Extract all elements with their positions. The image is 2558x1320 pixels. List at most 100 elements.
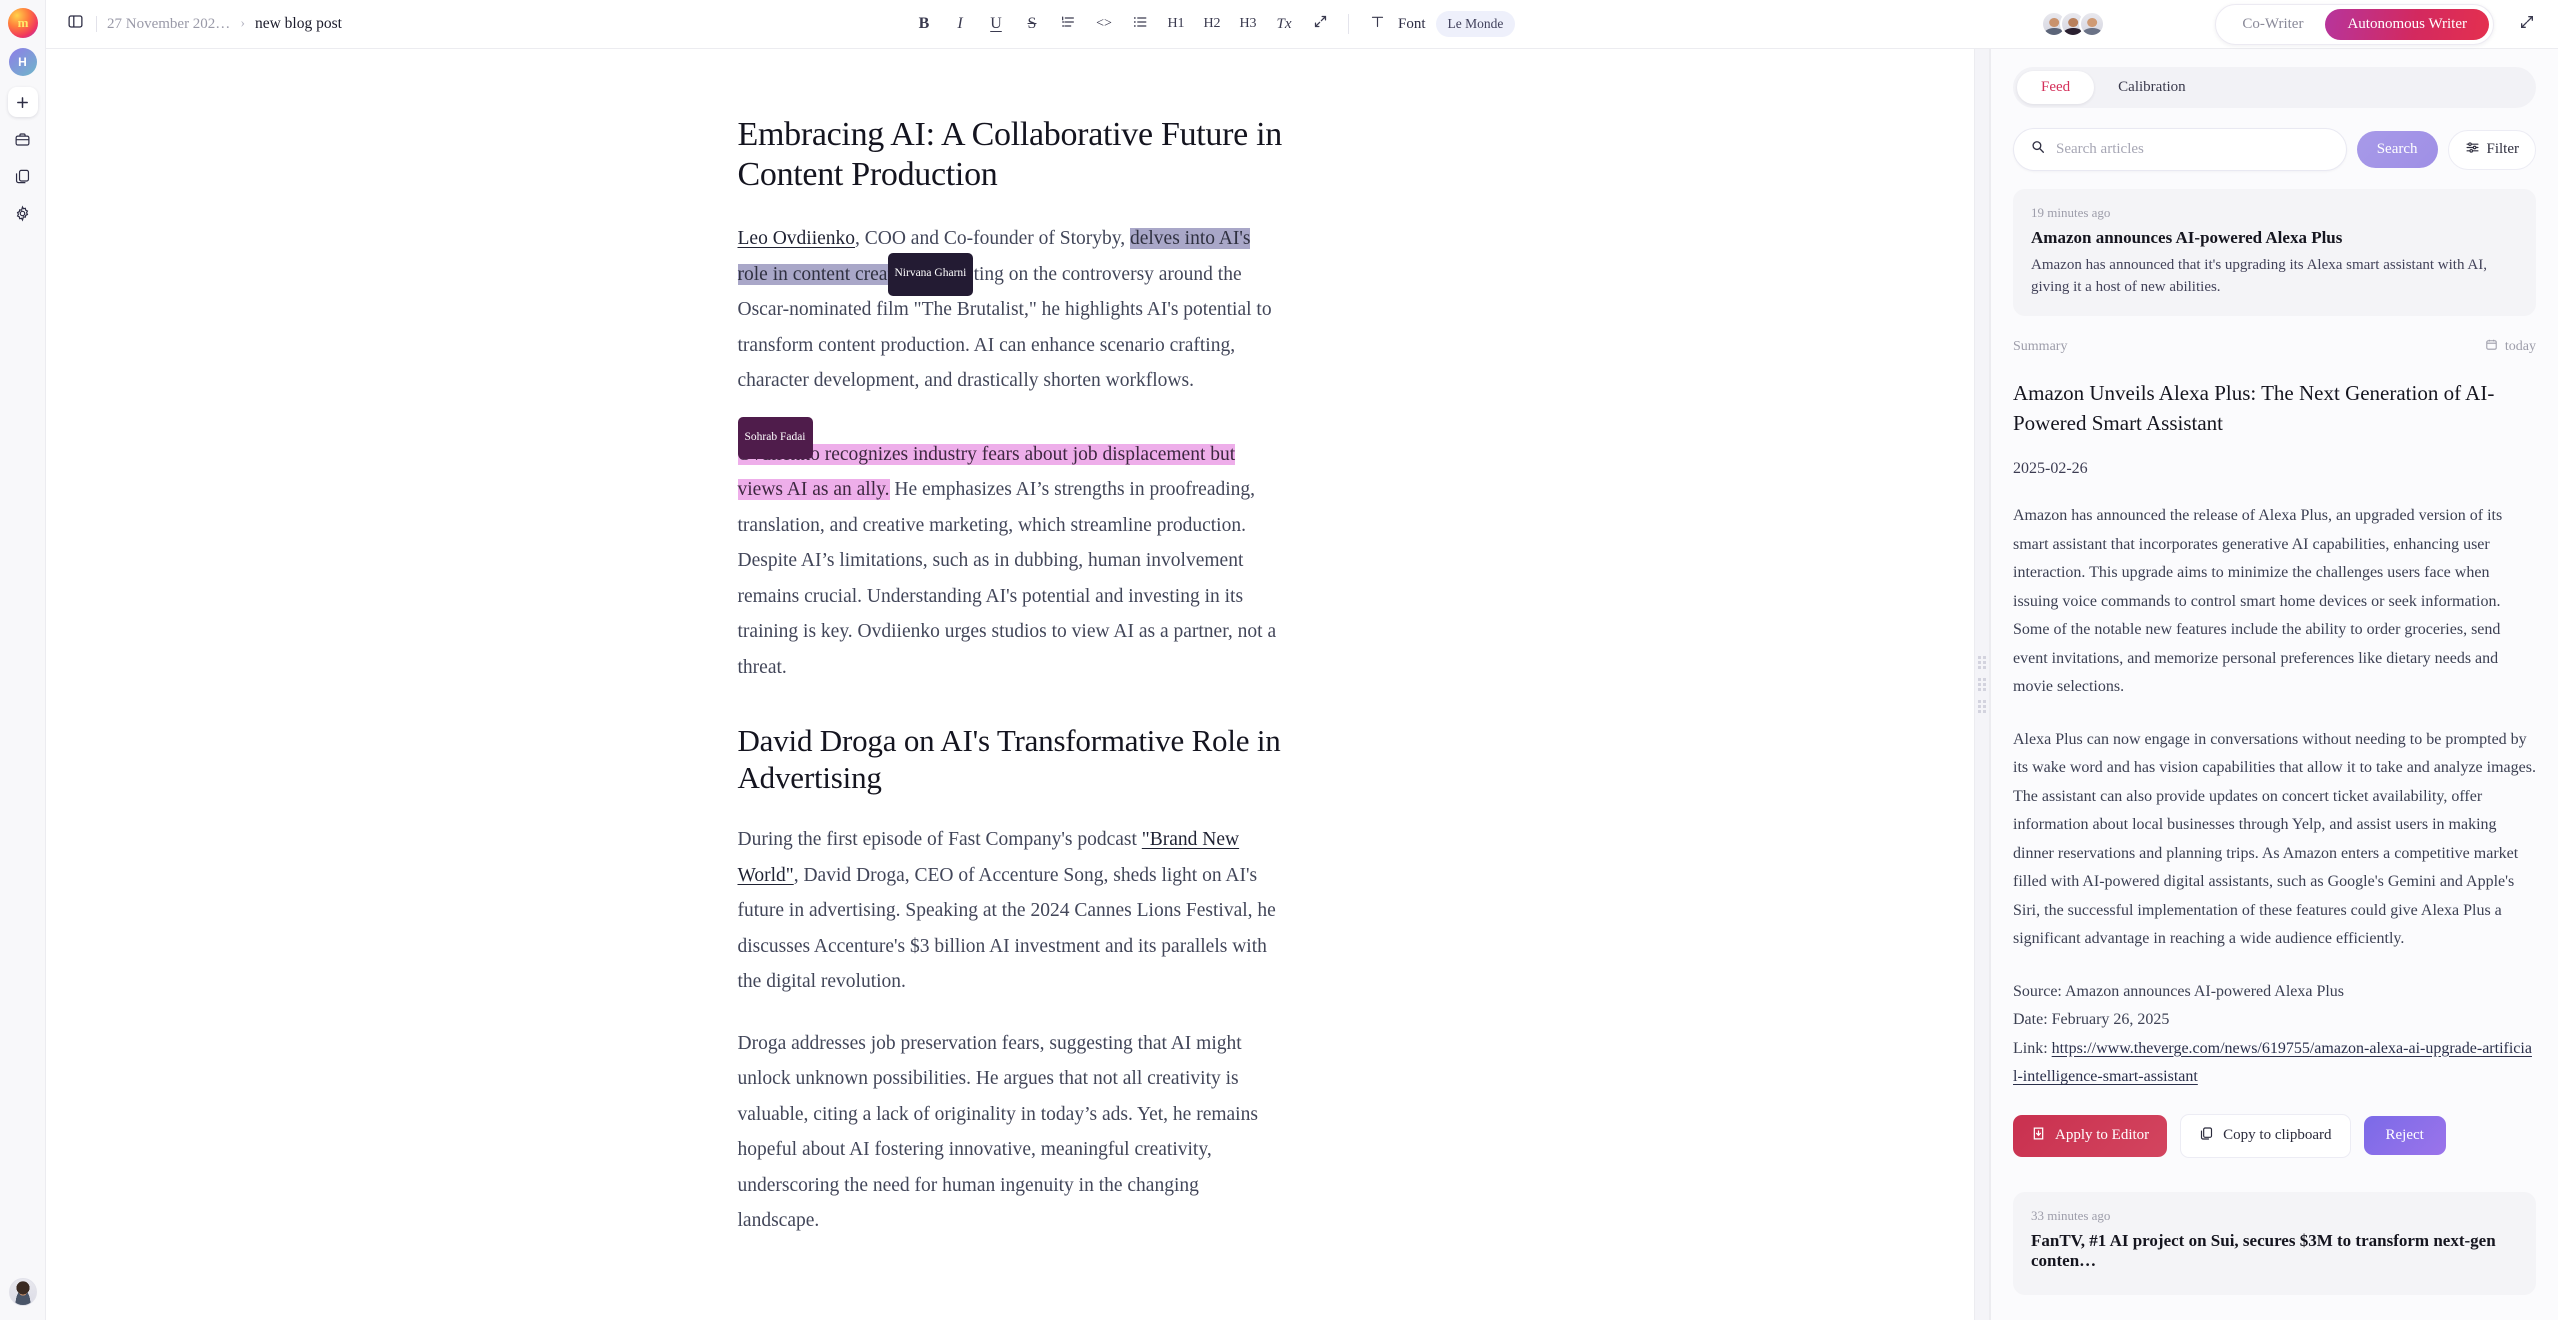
clear-format-button[interactable]: Tx [1266,7,1302,41]
paragraph-3[interactable]: During the first episode of Fast Company… [738,822,1283,1000]
section-heading[interactable]: David Droga on AI's Transformative Role … [738,723,1283,796]
paragraph-4[interactable]: Droga addresses job preservation fears, … [738,1026,1283,1239]
strikethrough-label: S [1027,15,1037,32]
paragraph-1-before: , COO and Co-founder of Storyby, [855,228,1130,250]
comment-tag-sohrab[interactable]: Sohrab Fadai [737,416,813,460]
italic-button[interactable]: I [942,7,978,41]
search-button[interactable]: Search [2356,131,2438,168]
fullscreen-icon [2519,14,2535,35]
breadcrumb-current[interactable]: new blog post [255,15,342,33]
right-panel: Feed Calibration Search articles Search … [1990,49,2558,1320]
filter-icon [2465,140,2480,160]
summary-title: Amazon Unveils Alexa Plus: The Next Gene… [2013,381,2495,435]
user-avatar[interactable] [8,1278,37,1306]
workspace-avatar[interactable]: H [8,48,37,76]
code-label: <> [1096,16,1112,31]
feed-card-description: Amazon has announced that it's upgrading… [2031,257,2487,295]
add-button[interactable] [7,87,38,117]
summary-date-chip: today [2485,338,2536,356]
heading-2-button[interactable]: H2 [1194,7,1230,41]
comment-tag-nirvana[interactable]: Nirvana Gharni [887,253,974,296]
expand-text-button[interactable] [1302,7,1338,41]
summary-paragraph-2: Alexa Plus can now engage in conversatio… [2013,730,2536,948]
author-link[interactable]: Leo Ovdiienko [738,228,856,249]
main-column: 27 November 202… › new blog post B I U S… [46,0,2558,1320]
font-icon-button[interactable] [1359,7,1395,41]
fullscreen-button[interactable] [2510,7,2544,41]
search-icon [2030,139,2046,160]
apply-icon [2031,1126,2046,1146]
summary-date-line: Date: February 26, 2025 [2013,1011,2170,1028]
summary-link-label: Link: [2013,1039,2052,1057]
breadcrumb-divider [96,16,97,32]
summary-link[interactable]: https://www.theverge.com/news/619755/ama… [2013,1040,2532,1086]
paragraph-3-after: , David Droga, CEO of Accenture Song, sh… [737,864,1276,993]
strikethrough-button[interactable]: S [1014,7,1050,41]
feed-card-time: 19 minutes ago [2031,205,2111,220]
tab-feed[interactable]: Feed [2017,71,2095,104]
bold-button[interactable]: B [906,7,942,41]
feed-card[interactable]: 19 minutes ago Amazon announces AI-power… [2013,189,2536,316]
clipboard-icon [2199,1126,2214,1146]
underline-button[interactable]: U [978,7,1014,41]
feed-card[interactable]: 33 minutes ago FanTV, #1 AI project on S… [2013,1191,2536,1295]
summary-footer: Source: Amazon announces AI-powered Alex… [2013,978,2536,1092]
apply-label: Apply to Editor [2055,1127,2150,1143]
formatting-toolbar: B I U S <> H1 H2 H3 Tx Font Le Monde [906,7,1516,41]
copy-label: Copy to clipboard [2223,1127,2332,1143]
tab-calibration[interactable]: Calibration [2094,71,2210,104]
avatar[interactable] [2079,11,2106,37]
editor-and-panel: Embracing AI: A Collaborative Future in … [46,49,2558,1320]
app-logo[interactable]: m [7,8,38,38]
editor-scroll-area[interactable]: Embracing AI: A Collaborative Future in … [46,49,1974,1320]
ordered-list-button[interactable] [1050,7,1086,41]
summary-source: Source: Amazon announces AI-powered Alex… [2013,982,2345,1000]
code-block-button[interactable]: <> [1086,7,1122,41]
settings-button[interactable] [8,198,38,228]
tab-autonomous-writer[interactable]: Autonomous Writer [2325,8,2489,40]
topbar-right: Co-Writer Autonomous Writer [2041,3,2544,45]
tab-cowriter[interactable]: Co-Writer [2220,9,2325,40]
heading-3-button[interactable]: H3 [1230,7,1266,41]
bullet-list-button[interactable] [1122,7,1158,41]
copy-to-clipboard-button[interactable]: Copy to clipboard [2180,1113,2351,1158]
document-body[interactable]: Embracing AI: A Collaborative Future in … [737,49,1283,1239]
feed-card-title[interactable]: Amazon announces AI-powered Alexa Plus [2031,228,2518,248]
collaborator-avatars[interactable] [2041,11,2106,37]
projects-button[interactable] [8,124,38,154]
copy-icon [14,168,31,185]
heading-3-label: H3 [1239,16,1257,31]
paragraph-2[interactable]: Sohrab Fadai Ovdiienko recognizes industr… [737,416,1283,686]
summary-date-text: today [2504,339,2536,354]
page-title[interactable]: Embracing AI: A Collaborative Future in … [738,115,1283,195]
workspace-avatar-initial: H [18,55,27,69]
heading-1-label: H1 [1167,16,1185,31]
apply-to-editor-button[interactable]: Apply to Editor [2013,1114,2168,1157]
paragraph-1[interactable]: Leo Ovdiienko, COO and Co-founder of Sto… [737,221,1283,399]
writer-mode-toggle: Co-Writer Autonomous Writer [2215,3,2494,45]
reject-button[interactable]: Reject [2363,1116,2446,1155]
sidebar-toggle-button[interactable] [62,11,88,37]
panel-content[interactable]: 19 minutes ago Amazon announces AI-power… [1991,189,2558,1320]
search-input[interactable] [2056,141,2330,158]
top-bar: 27 November 202… › new blog post B I U S… [46,0,2558,49]
summary-label: Summary [2013,339,2068,354]
plus-icon [15,95,30,110]
expand-icon [1313,14,1328,34]
sidebar-toggle-icon [67,13,84,35]
feed-card-title[interactable]: FanTV, #1 AI project on Sui, secures $3M… [2031,1231,2518,1271]
breadcrumb-parent[interactable]: 27 November 202… [107,16,230,33]
panel-resize-handle[interactable] [1974,49,1990,1320]
documents-button[interactable] [8,161,38,191]
app-root: m H 27 November 202… › new blog post B I… [0,0,2558,1320]
font-value-chip[interactable]: Le Monde [1435,11,1516,37]
toolbar-divider [1348,14,1349,34]
heading-1-button[interactable]: H1 [1158,7,1194,41]
heading-2-label: H2 [1203,16,1221,31]
ordered-list-icon [1060,14,1076,35]
filter-button[interactable]: Filter [2447,129,2536,170]
bold-label: B [918,15,930,32]
font-label: Font [1398,15,1426,32]
breadcrumb-separator-icon: › [240,16,245,31]
search-box[interactable] [2013,128,2347,171]
